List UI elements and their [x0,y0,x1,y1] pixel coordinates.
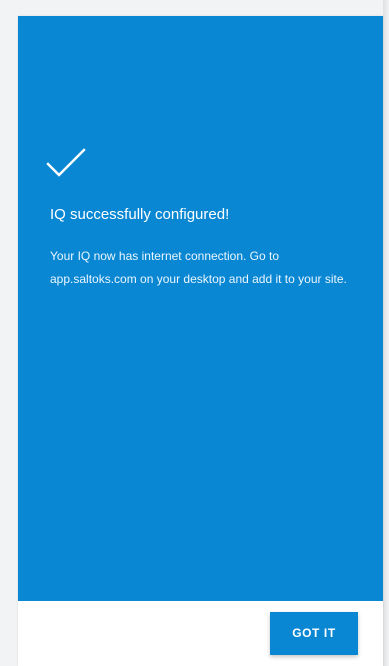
confirmation-title: IQ successfully configured! [50,206,230,223]
confirmation-message: Your IQ now has internet connection. Go … [50,249,347,286]
confirmation-panel: IQ successfully configured! Your IQ now … [18,16,383,601]
got-it-button[interactable]: GOT IT [270,612,358,655]
right-edge-shadow [383,0,389,666]
screen: IQ successfully configured! Your IQ now … [0,0,389,666]
check-icon [46,148,86,177]
mobile-screen: IQ successfully configured! Your IQ now … [18,16,383,666]
